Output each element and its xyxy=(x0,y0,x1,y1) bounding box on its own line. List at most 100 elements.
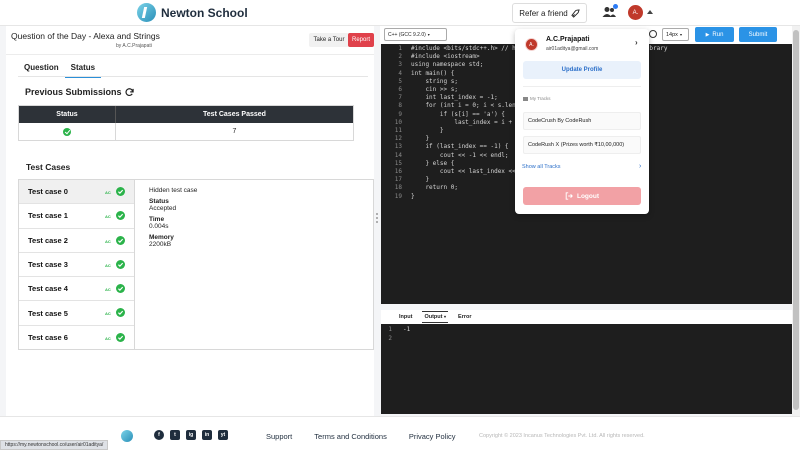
line-number: 13 xyxy=(394,143,402,151)
previous-submissions-heading: Previous Submissions xyxy=(25,87,134,97)
line-number: 5 xyxy=(398,77,402,85)
test-case-name: Test case 5 xyxy=(28,308,68,318)
line-number: 14 xyxy=(394,151,402,159)
submit-button[interactable]: Submit xyxy=(739,27,777,42)
code-text: using namespace std; xyxy=(411,61,484,69)
chevron-down-icon: ▾ xyxy=(679,32,682,37)
run-button[interactable]: ▶ Run xyxy=(695,27,734,42)
previous-submissions-label: Previous Submissions xyxy=(25,87,122,97)
table-header: Status Test Cases Passed xyxy=(19,106,353,123)
table-row[interactable]: 7 xyxy=(19,123,353,140)
test-case-item[interactable]: Test case 4 AC xyxy=(19,277,134,302)
chevron-right-icon[interactable]: › xyxy=(639,163,641,170)
time-label: Time xyxy=(149,216,165,223)
logout-icon xyxy=(565,192,573,200)
logout-button[interactable]: Logout xyxy=(523,187,641,205)
profile-name[interactable]: A.C.Prajapati xyxy=(546,36,590,43)
chevron-down-icon: ▾ xyxy=(444,314,447,319)
code-text: last_index = i + 1; xyxy=(411,118,523,126)
font-size-select[interactable]: 14px ▾ xyxy=(662,28,689,41)
ac-badge: AC xyxy=(105,238,111,244)
copyright-text: Copyright © 2023 Incanus Technologies Pv… xyxy=(479,433,645,439)
take-tour-button[interactable]: Take a Tour xyxy=(309,33,349,47)
check-circle-icon xyxy=(116,211,125,221)
line-number: 1 xyxy=(398,45,402,52)
tab-input[interactable]: Input xyxy=(397,312,414,322)
code-text: } xyxy=(411,192,415,200)
privacy-link[interactable]: Privacy Policy xyxy=(409,432,456,441)
test-case-item[interactable]: Test case 0 AC xyxy=(19,180,134,205)
social-links: f t ig in yt xyxy=(154,430,228,440)
report-button[interactable]: Report xyxy=(348,33,374,47)
profile-avatar: A. xyxy=(525,38,538,51)
youtube-icon[interactable]: yt xyxy=(218,430,228,440)
support-link[interactable]: Support xyxy=(266,432,292,441)
divider xyxy=(6,54,374,55)
instagram-icon[interactable]: ig xyxy=(186,430,196,440)
question-author: by A.C.Prajapati xyxy=(116,43,152,49)
play-icon: ▶ xyxy=(705,31,710,38)
line-number: 4 xyxy=(398,69,402,77)
line-number: 1 xyxy=(388,326,392,333)
test-case-name: Test case 6 xyxy=(28,333,68,343)
linkedin-icon[interactable]: in xyxy=(202,430,212,440)
rocket-icon xyxy=(571,8,580,18)
code-text: string s; xyxy=(411,77,458,85)
header-status: Status xyxy=(19,106,116,123)
passed-cell: 7 xyxy=(232,128,237,135)
refer-label: Refer a friend xyxy=(519,8,568,18)
test-cases-box: Test case 0 AC Test case 1 AC Test case 2 A… xyxy=(18,179,374,350)
test-case-item[interactable]: Test case 3 AC xyxy=(19,253,134,278)
language-select[interactable]: C++ (GCC 9.2.0) ▾ xyxy=(384,28,447,41)
test-case-item[interactable]: Test case 6 AC xyxy=(19,326,134,350)
output-console[interactable]: 1 -1 2 xyxy=(381,324,796,414)
submissions-table: Status Test Cases Passed 7 xyxy=(18,105,354,141)
check-circle-icon xyxy=(116,187,125,196)
line-number: 2 xyxy=(388,335,392,342)
logout-label: Logout xyxy=(576,192,600,200)
terms-link[interactable]: Terms and Conditions xyxy=(314,432,387,441)
code-text: return 0; xyxy=(411,184,458,192)
chevron-down-icon: ▾ xyxy=(427,32,430,37)
test-cases-heading: Test Cases xyxy=(26,162,71,172)
track-item[interactable]: CodeCrush By CodeRush xyxy=(523,112,641,130)
footer: f t ig in yt Support Terms and Condition… xyxy=(0,416,800,450)
chevron-right-icon[interactable]: › xyxy=(635,38,638,47)
hidden-test-case-text: Hidden test case xyxy=(149,187,198,194)
top-header: Newton School Refer a friend A. xyxy=(0,0,800,26)
update-profile-button[interactable]: Update Profile xyxy=(523,61,641,79)
tab-error[interactable]: Error xyxy=(456,312,473,322)
scrollbar-thumb[interactable] xyxy=(793,30,799,410)
theme-toggle-icon[interactable] xyxy=(649,30,657,38)
test-case-item[interactable]: Test case 1 AC xyxy=(19,204,134,229)
footer-links: Support Terms and Conditions Privacy Pol… xyxy=(266,432,456,441)
refresh-icon[interactable] xyxy=(124,87,134,97)
refer-friend-button[interactable]: Refer a friend xyxy=(512,3,587,23)
user-avatar[interactable]: A. xyxy=(628,5,643,20)
ac-badge: AC xyxy=(105,287,111,293)
test-case-name: Test case 4 xyxy=(28,284,68,294)
newton-logo-icon[interactable] xyxy=(121,430,133,442)
notification-dot xyxy=(613,4,618,9)
facebook-icon[interactable]: f xyxy=(154,430,164,440)
track-item[interactable]: CodeRush X (Prizes worth ₹10,00,000) xyxy=(523,136,641,154)
line-number: 15 xyxy=(394,159,402,167)
panel-splitter[interactable] xyxy=(375,213,379,223)
ac-badge: AC xyxy=(105,311,111,317)
tracks-icon xyxy=(523,96,528,101)
ac-badge: AC xyxy=(105,190,111,195)
show-all-tracks-link[interactable]: Show all Tracks xyxy=(522,164,561,170)
line-number: 7 xyxy=(398,94,402,102)
page-scrollbar[interactable] xyxy=(792,26,800,416)
twitter-icon[interactable]: t xyxy=(170,430,180,440)
newton-school-logo[interactable]: Newton School xyxy=(137,3,248,22)
check-circle-icon xyxy=(116,308,125,318)
test-case-item[interactable]: Test case 5 AC xyxy=(19,301,134,326)
line-number: 9 xyxy=(398,110,402,118)
check-circle-icon xyxy=(63,127,71,136)
profile-dropdown: A. A.C.Prajapati air01aditya@gmail.com ›… xyxy=(515,29,649,214)
test-case-item[interactable]: Test case 2 AC xyxy=(19,229,134,253)
line-number: 2 xyxy=(398,53,402,61)
caret-up-icon[interactable] xyxy=(647,10,653,14)
tab-output[interactable]: Output ▾ xyxy=(422,311,449,323)
